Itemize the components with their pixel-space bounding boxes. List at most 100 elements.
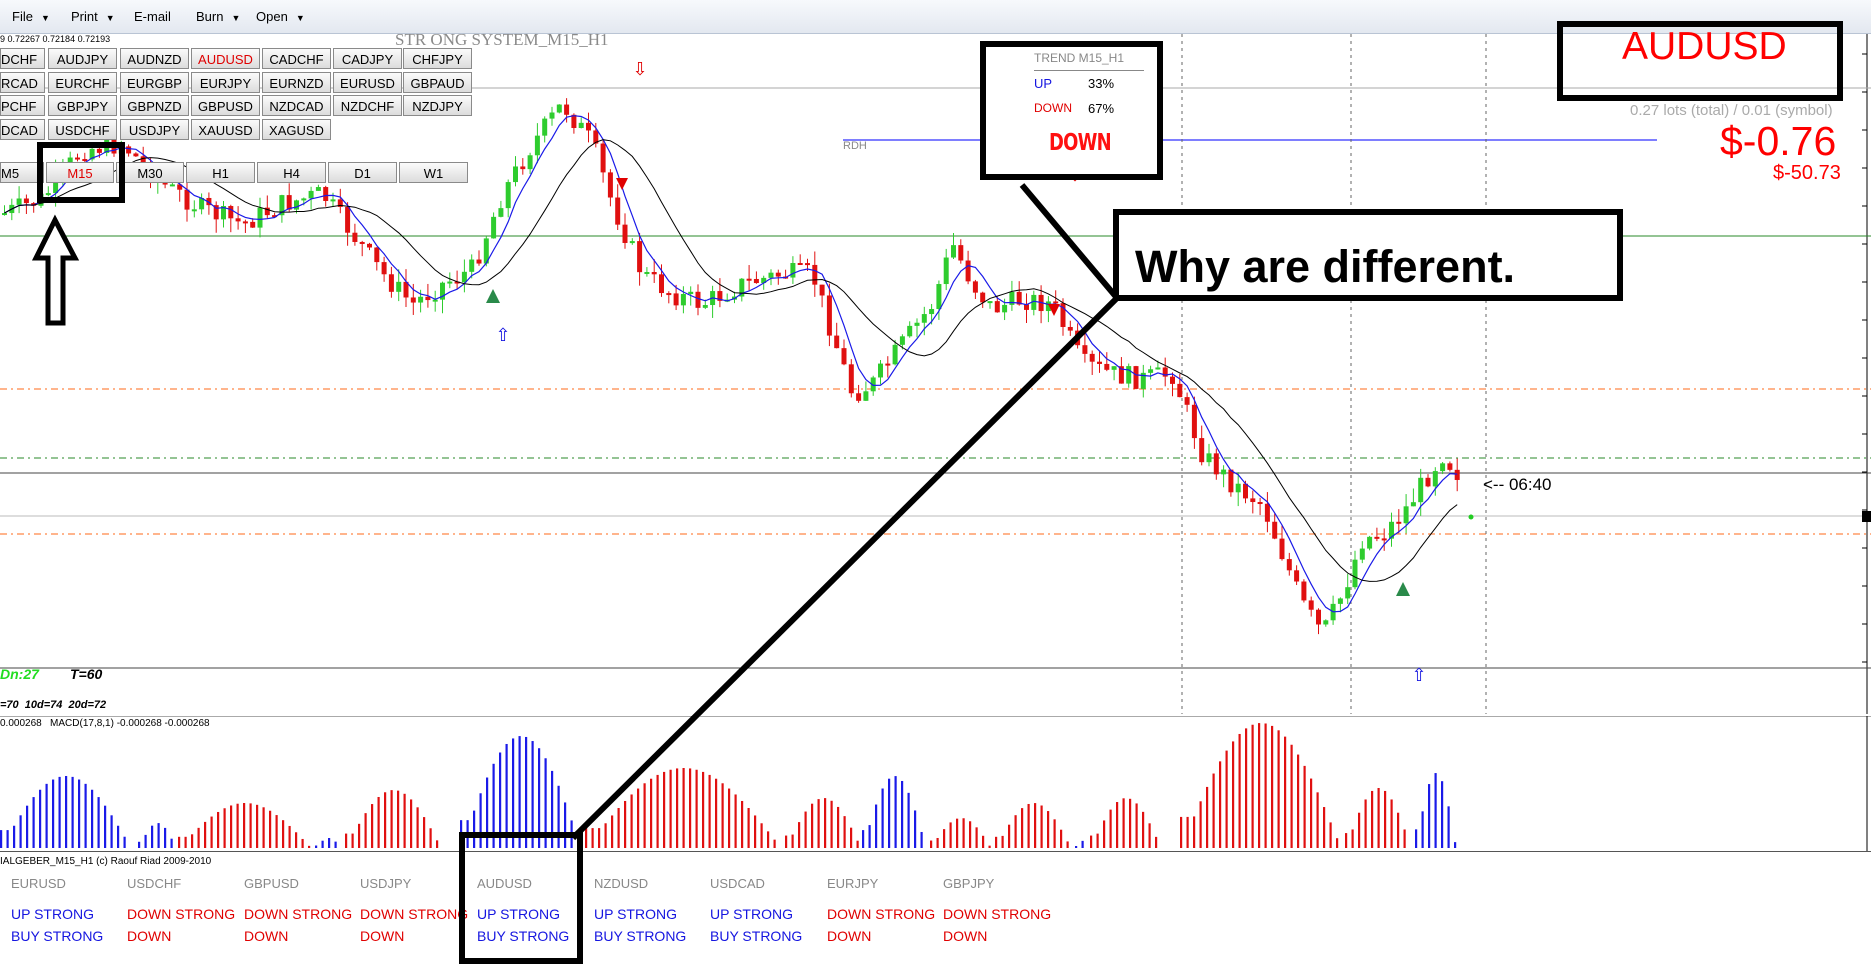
macd-bar	[591, 828, 594, 848]
menu-file[interactable]: File ▼	[12, 0, 50, 33]
candle-body	[775, 272, 781, 277]
macd-bar	[1135, 803, 1138, 848]
macd-bar	[6, 830, 9, 848]
macd-bar	[45, 783, 48, 848]
macd-bar	[178, 836, 181, 848]
chevron-down-icon: ▼	[295, 13, 305, 23]
symbol-button-chfjpy[interactable]: CHFJPY	[403, 48, 472, 69]
trend-signal: DOWN	[1049, 130, 1112, 156]
macd-bar	[830, 800, 833, 848]
macd-bar	[728, 788, 731, 848]
candle-body	[418, 296, 424, 303]
timeframe-button-h4[interactable]: H4	[257, 162, 326, 183]
candle-body	[1294, 570, 1300, 582]
candle-body	[644, 272, 650, 275]
macd-bar	[328, 838, 331, 848]
macd-bar	[702, 771, 705, 848]
strength-signal-label: DOWN	[943, 928, 988, 944]
candle-body	[1345, 587, 1351, 599]
symbol-button-gbpnzd[interactable]: GBPNZD	[120, 95, 189, 116]
macd-bar	[384, 792, 387, 848]
symbol-button-eurusd[interactable]: EURUSD	[333, 71, 402, 93]
symbol-button-cadjpy[interactable]: CADJPY	[333, 48, 402, 69]
macd-bar	[1277, 730, 1280, 848]
macd-bar	[1193, 816, 1196, 848]
candle-body	[1425, 477, 1431, 487]
macd-bar	[721, 783, 724, 848]
symbol-button-eurgbp[interactable]: EURGBP	[120, 71, 189, 93]
symbol-button-xagusd[interactable]: XAGUSD	[262, 118, 331, 140]
candle-body	[1286, 559, 1292, 571]
menu-burn[interactable]: Burn ▼	[196, 0, 240, 33]
timeframe-button-h1[interactable]: H1	[186, 162, 255, 183]
candle-body	[191, 209, 197, 212]
macd-bar	[110, 815, 113, 848]
macd-bar	[58, 776, 61, 848]
timeframe-button-w1[interactable]: W1	[399, 162, 468, 183]
timeframe-button-m30[interactable]: M30	[116, 162, 184, 183]
symbol-button-eurjpy[interactable]: EURJPY	[191, 71, 260, 93]
symbol-button-eurnzd[interactable]: EURNZD	[262, 71, 331, 93]
macd-bar	[1180, 816, 1183, 848]
candle-body	[323, 187, 329, 201]
macd-bar	[210, 816, 213, 848]
macd-bar	[358, 823, 361, 848]
menu-email[interactable]: E-mail	[134, 0, 171, 33]
date-label: Ny	[1357, 34, 1369, 35]
symbol-button-rcad[interactable]: RCAD	[0, 71, 45, 93]
candle-body	[666, 293, 672, 296]
symbol-button-usdchf[interactable]: USDCHF	[48, 118, 117, 140]
candle-body	[556, 104, 562, 113]
symbol-button-dcad[interactable]: DCAD	[0, 118, 45, 140]
candle-body	[1367, 536, 1373, 549]
candle-body	[1155, 367, 1161, 370]
symbol-button-eurchf[interactable]: EURCHF	[48, 71, 117, 93]
symbol-button-xauusd[interactable]: XAUUSD	[191, 118, 260, 140]
chevron-down-icon: ▼	[231, 13, 241, 23]
symbol-button-nzdcad[interactable]: NZDCAD	[262, 95, 331, 116]
symbol-button-pchf[interactable]: PCHF	[0, 95, 45, 116]
candle-body	[1104, 363, 1110, 370]
macd-bar	[1212, 773, 1215, 848]
macd-bar	[1358, 812, 1361, 848]
macd-bar	[1034, 803, 1037, 848]
candle-body	[1111, 366, 1117, 370]
macd-bar	[920, 831, 923, 848]
symbol-button-gbpusd[interactable]: GBPUSD	[191, 95, 260, 116]
macd-bar	[1454, 842, 1457, 848]
candle-body	[863, 391, 869, 401]
symbol-button-audnzd[interactable]: AUDNZD	[120, 48, 189, 69]
candle-body	[359, 241, 365, 244]
menu-print[interactable]: Print ▼	[71, 0, 115, 33]
timeframe-button-d1[interactable]: D1	[328, 162, 397, 183]
fast-ma-line	[4, 115, 1458, 613]
symbol-button-audusd[interactable]: AUDUSD	[191, 48, 260, 69]
symbol-button-gbpjpy[interactable]: GBPJPY	[48, 95, 117, 116]
macd-bar	[804, 811, 807, 848]
macd-bar	[888, 778, 891, 848]
symbol-button-audjpy[interactable]: AUDJPY	[48, 48, 117, 69]
strength-symbol-nzdusd: NZDUSD	[594, 876, 649, 891]
macd-bar	[377, 796, 380, 848]
symbol-button-gbpaud[interactable]: GBPAUD	[403, 71, 472, 93]
symbol-button-cadchf[interactable]: CADCHF	[262, 48, 331, 69]
macd-bar	[275, 815, 278, 848]
macd-bar	[1103, 820, 1106, 848]
menu-open[interactable]: Open ▼	[256, 0, 305, 33]
candle-body	[1177, 383, 1183, 398]
candle-body	[578, 122, 584, 129]
macd-bar	[1297, 754, 1300, 848]
macd-bar	[1251, 724, 1254, 848]
macd-bar	[1316, 792, 1319, 848]
candle-body	[1235, 483, 1241, 493]
candle-body	[169, 184, 175, 187]
candle-body	[1264, 503, 1270, 522]
macd-bar	[1014, 815, 1017, 848]
macd-bar	[403, 793, 406, 848]
macd-bar	[1384, 790, 1387, 848]
symbol-button-nzdchf[interactable]: NZDCHF	[333, 95, 402, 116]
symbol-button-usdjpy[interactable]: USDJPY	[120, 118, 189, 140]
symbol-button-nzdjpy[interactable]: NZDJPY	[403, 95, 472, 116]
symbol-button-dchf[interactable]: DCHF	[0, 48, 45, 69]
candle-body	[834, 335, 840, 349]
